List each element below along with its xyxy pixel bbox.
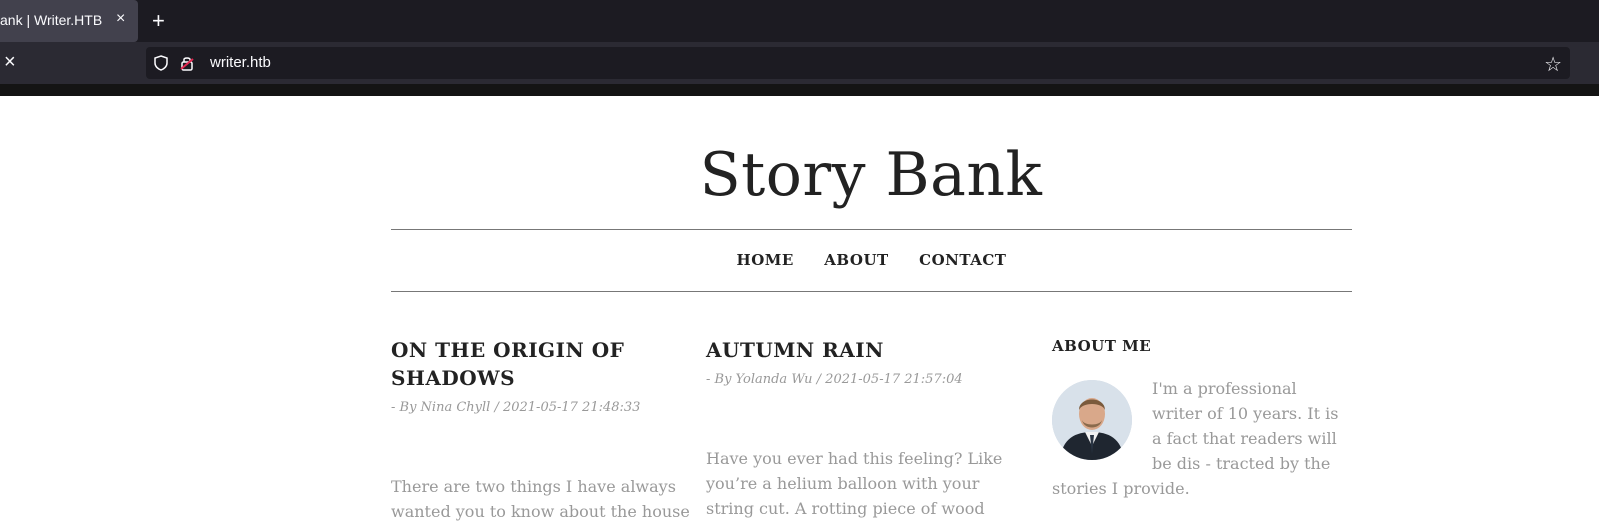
tracking-protection-icon[interactable] — [154, 55, 168, 71]
about-me-text: I'm a professional writer of 10 years. I… — [1052, 376, 1344, 501]
post-meta: - By Nina Chyll / 2021-05-17 21:48:33 — [391, 400, 641, 415]
about-me-heading: ABOUT ME — [1052, 337, 1152, 355]
insecure-lock-icon[interactable] — [180, 55, 194, 71]
post-excerpt-line: There are two things I have always — [391, 477, 676, 496]
page-top-strip — [0, 84, 1599, 96]
menu-home[interactable]: HOME — [737, 251, 794, 269]
stop-loading-icon[interactable]: × — [4, 51, 16, 74]
main-menu: HOME ABOUT CONTACT — [391, 251, 1352, 270]
post-title-origin-of-shadows[interactable]: ON THE ORIGIN OF SHADOWS — [391, 336, 624, 392]
site-title: Story Bank — [699, 140, 1043, 210]
post-excerpt: Have you ever had this feeling? Like you… — [706, 446, 1002, 521]
post-meta: - By Yolanda Wu / 2021-05-17 21:57:04 — [706, 372, 963, 387]
browser-tab[interactable]: ank | Writer.HTB × — [0, 0, 138, 42]
tab-bar: ank | Writer.HTB × + — [0, 0, 1599, 42]
post-excerpt-line: Have you ever had this feeling? Like — [706, 449, 1003, 468]
tab-title: ank | Writer.HTB — [0, 12, 103, 28]
post-excerpt-line: you’re a helium balloon with your — [706, 474, 980, 493]
post-excerpt-line: string cut. A rotting piece of wood — [706, 499, 985, 518]
menu-contact[interactable]: CONTACT — [919, 251, 1006, 269]
post-excerpt: There are two things I have always wante… — [391, 474, 690, 524]
bookmark-star-icon[interactable]: ☆ — [1544, 52, 1562, 77]
url-text[interactable]: writer.htb — [210, 54, 271, 71]
new-tab-icon[interactable]: + — [152, 8, 165, 34]
post-title-line: SHADOWS — [391, 366, 516, 390]
post-title-line: ON THE ORIGIN OF — [391, 338, 625, 362]
post-title-autumn-rain[interactable]: AUTUMN RAIN — [706, 336, 884, 364]
header-divider-top — [391, 229, 1352, 230]
navigation-bar: × writer.htb ☆ — [0, 42, 1599, 84]
url-bar[interactable]: writer.htb ☆ — [146, 47, 1570, 79]
header-divider-bottom — [391, 291, 1352, 292]
tab-close-icon[interactable]: × — [116, 10, 125, 28]
post-title-line: AUTUMN RAIN — [706, 338, 884, 362]
menu-about[interactable]: ABOUT — [824, 251, 888, 269]
